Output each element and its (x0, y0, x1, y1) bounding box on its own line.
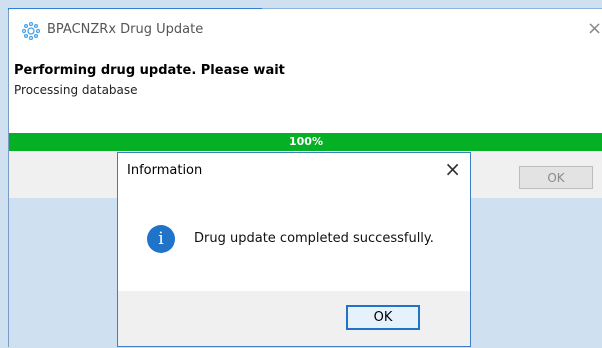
progress-bar: 100% (9, 133, 602, 151)
info-icon: i (147, 225, 175, 253)
progress-label: 100% (289, 135, 323, 148)
information-dialog: Information × i Drug update completed su… (117, 152, 471, 347)
dialog-footer: OK (118, 291, 470, 346)
title-bar: BPACNZRx Drug Update × (9, 9, 602, 53)
close-icon[interactable]: × (444, 157, 461, 181)
status-area: Performing drug update. Please wait Proc… (9, 53, 602, 133)
dialog-title: Information (127, 163, 203, 178)
gear-icon (22, 22, 40, 40)
status-subtext: Processing database (14, 83, 138, 97)
window-title: BPACNZRx Drug Update (47, 22, 204, 37)
status-heading: Performing drug update. Please wait (14, 63, 285, 78)
main-ok-button[interactable]: OK (519, 166, 593, 189)
dialog-message: Drug update completed successfully. (194, 231, 434, 246)
dialog-ok-button[interactable]: OK (346, 305, 420, 330)
close-icon[interactable]: × (587, 17, 602, 41)
